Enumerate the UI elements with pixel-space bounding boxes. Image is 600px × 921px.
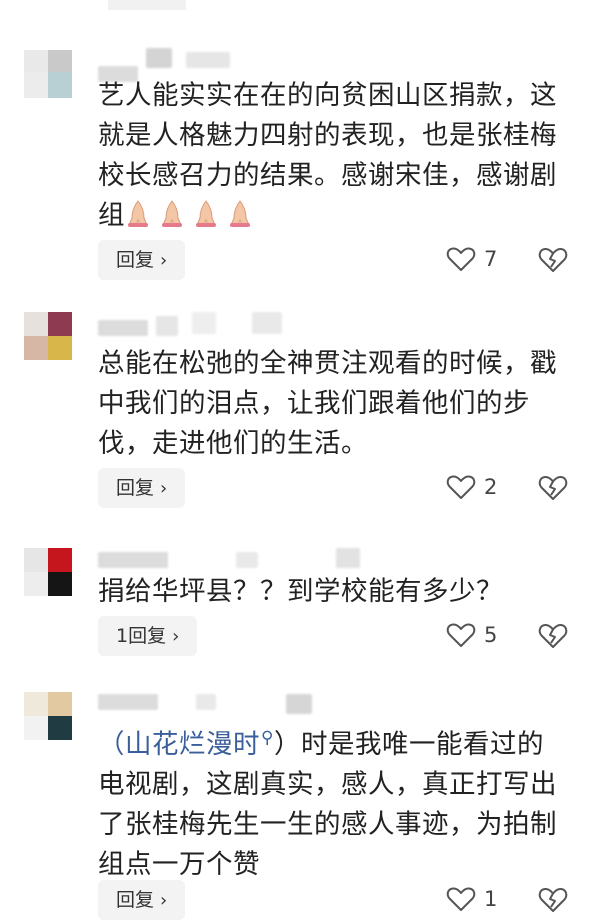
username-blurred[interactable]	[286, 694, 312, 714]
like-button[interactable]: 2	[446, 474, 502, 500]
reply-button[interactable]: 回复 ›	[98, 880, 186, 920]
username-blurred[interactable]	[146, 48, 172, 68]
folded-hands-emoji	[125, 200, 261, 231]
chevron-right-icon: ›	[160, 478, 168, 499]
like-button[interactable]: 5	[446, 622, 502, 648]
previous-reply-button-stub	[108, 0, 186, 10]
heart-icon	[446, 887, 476, 911]
username-blurred[interactable]	[336, 548, 360, 568]
username-blurred[interactable]	[186, 52, 230, 68]
search-icon[interactable]: ⚲	[261, 728, 274, 748]
heart-icon	[446, 475, 476, 499]
username-blurred[interactable]	[196, 694, 216, 710]
username-blurred[interactable]	[192, 312, 216, 334]
like-count: 7	[484, 247, 498, 271]
avatar[interactable]	[24, 50, 72, 98]
chevron-right-icon: ›	[172, 626, 180, 647]
avatar[interactable]	[24, 692, 72, 740]
username-blurred[interactable]	[252, 312, 282, 334]
username-blurred[interactable]	[156, 316, 178, 336]
broken-heart-icon[interactable]	[538, 474, 568, 502]
username-blurred[interactable]	[98, 694, 158, 710]
heart-icon	[446, 247, 476, 271]
reply-button[interactable]: 回复 ›	[98, 240, 186, 280]
comment-text: 捐给华坪县？？到学校能有多少？	[98, 576, 503, 607]
username-blurred[interactable]	[98, 552, 168, 568]
comment-text: 总能在松弛的全神贯注观看的时候，戳中我们的泪点，让我们跟着他们的步伐，走进他们的…	[98, 348, 557, 459]
comment-text: （山花烂漫时⚲）时是我唯一能看过的电视剧，这剧真实，感人，真正打写出了张桂梅先生…	[98, 718, 568, 885]
reply-label: 回复	[116, 889, 155, 911]
avatar[interactable]	[24, 548, 72, 596]
reply-button[interactable]: 回复 ›	[98, 468, 186, 508]
broken-heart-icon[interactable]	[538, 622, 568, 650]
username-blurred[interactable]	[98, 320, 148, 336]
reply-label: 1回复	[116, 625, 167, 647]
like-button[interactable]: 7	[446, 246, 502, 272]
reply-label: 回复	[116, 477, 155, 499]
like-count: 1	[484, 887, 498, 911]
reply-button[interactable]: 1回复 ›	[98, 616, 198, 656]
like-count: 5	[484, 623, 498, 647]
reply-label: 回复	[116, 249, 155, 271]
topic-link[interactable]: （山花烂漫时⚲	[98, 728, 274, 760]
comment-text: 艺人能实实在在的向贫困山区捐款，这就是人格魅力四射的表现，也是张桂梅校长感召力的…	[98, 76, 568, 236]
avatar[interactable]	[24, 312, 72, 360]
chevron-right-icon: ›	[160, 250, 168, 271]
like-button[interactable]: 1	[446, 886, 502, 912]
heart-icon	[446, 623, 476, 647]
topic-link-text[interactable]: （山花烂漫时	[98, 729, 260, 760]
username-blurred[interactable]	[236, 552, 258, 568]
like-count: 2	[484, 475, 498, 499]
broken-heart-icon[interactable]	[538, 246, 568, 274]
broken-heart-icon[interactable]	[538, 886, 568, 914]
